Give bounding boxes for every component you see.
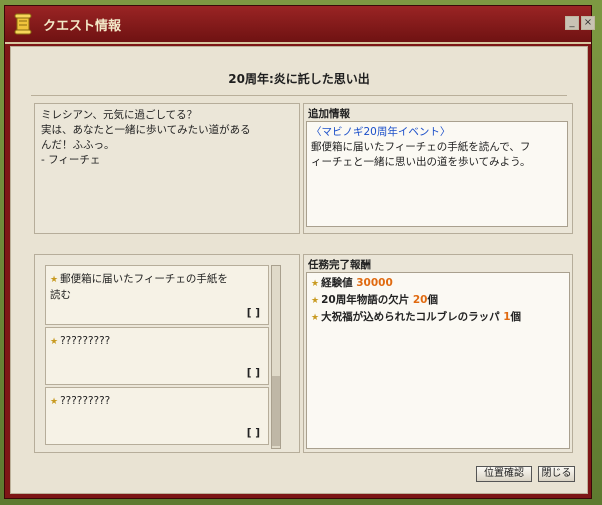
reward-value: 30000	[356, 277, 393, 289]
additional-info-header: 追加情報	[308, 108, 350, 120]
task-status: [ ]	[246, 367, 260, 379]
reward-value: 20	[412, 294, 428, 306]
quest-title: 20周年:炎に託した思い出	[228, 72, 370, 86]
task-scrollbar[interactable]	[271, 265, 281, 449]
reward-value: 1	[503, 311, 511, 323]
reward-item: ★ 大祝福が込められたコルブレのラッパ 1個	[311, 311, 522, 323]
task-item[interactable]: ★????????? [ ]	[45, 387, 269, 445]
scroll-icon	[14, 13, 32, 35]
task-status: [ ]	[246, 427, 260, 439]
star-icon: ★	[311, 279, 320, 289]
message-line: ミレシアン、元気に過ごしてる？	[41, 109, 198, 121]
quest-info-window: クエスト情報 _ × 20周年:炎に託した思い出 ミレシアン、元気に過ごしてる？…	[4, 5, 595, 499]
task-label-cont: 読む	[50, 289, 71, 301]
star-icon: ★	[311, 313, 320, 323]
minimize-button[interactable]: _	[565, 16, 579, 30]
star-icon: ★	[311, 296, 320, 306]
scrollbar-thumb[interactable]	[272, 376, 280, 446]
additional-info-box: 〈マビノギ20周年イベント〉 郵便箱に届いたフィーチェの手紙を読んで、フ ィーチ…	[306, 121, 568, 227]
task-label: ?????????	[60, 335, 111, 347]
rewards-box: ★ 経験値 30000 ★ 20周年物語の欠片 20個 ★ 大祝福が込められたコルブレ…	[306, 272, 570, 449]
message-line: 実は、あなたと一緒に歩いてみたい道がある	[41, 124, 251, 136]
reward-item: ★ 経験値 30000	[311, 277, 393, 289]
rewards-panel: 任務完了報酬 ★ 経験値 30000 ★ 20周年物語の欠片 20個 ★ 大祝福が込め…	[303, 254, 573, 453]
task-panel: ★ 郵便箱に届いたフィーチェの手紙を 読む [ ] ★????????? [ ] …	[34, 254, 300, 453]
close-button[interactable]: 閉じる	[538, 466, 575, 482]
window-title: クエスト情報	[43, 19, 122, 34]
title-bar[interactable]: クエスト情報 _ ×	[5, 6, 595, 44]
quest-paper: 20周年:炎に託した思い出 ミレシアン、元気に過ごしてる？ 実は、あなたと一緒に…	[10, 46, 588, 494]
message-signature: - フィーチェ	[41, 154, 101, 166]
event-link[interactable]: 〈マビノギ20周年イベント〉	[311, 125, 563, 140]
info-line: ィーチェと一緒に思い出の道を歩いてみよう。	[311, 156, 531, 168]
task-label: ?????????	[60, 395, 111, 407]
task-label: 郵便箱に届いたフィーチェの手紙を	[60, 273, 228, 285]
star-icon: ★	[50, 397, 59, 407]
star-icon: ★	[50, 337, 59, 347]
rewards-header: 任務完了報酬	[308, 259, 371, 271]
additional-info-panel: 追加情報 〈マビノギ20周年イベント〉 郵便箱に届いたフィーチェの手紙を読んで、…	[303, 103, 573, 234]
close-window-button[interactable]: ×	[581, 16, 595, 30]
task-item[interactable]: ★ 郵便箱に届いたフィーチェの手紙を 読む [ ]	[45, 265, 269, 325]
task-status: [ ]	[246, 307, 260, 319]
message-panel: ミレシアン、元気に過ごしてる？ 実は、あなたと一緒に歩いてみたい道がある んだ！…	[34, 103, 300, 234]
star-icon: ★	[50, 275, 59, 285]
locate-button[interactable]: 位置確認	[476, 466, 532, 482]
task-item[interactable]: ★????????? [ ]	[45, 327, 269, 385]
info-line: 郵便箱に届いたフィーチェの手紙を読んで、フ	[311, 141, 531, 153]
message-line: んだ！ふふっ。	[41, 139, 115, 151]
reward-item: ★ 20周年物語の欠片 20個	[311, 294, 438, 306]
title-divider	[31, 95, 567, 96]
